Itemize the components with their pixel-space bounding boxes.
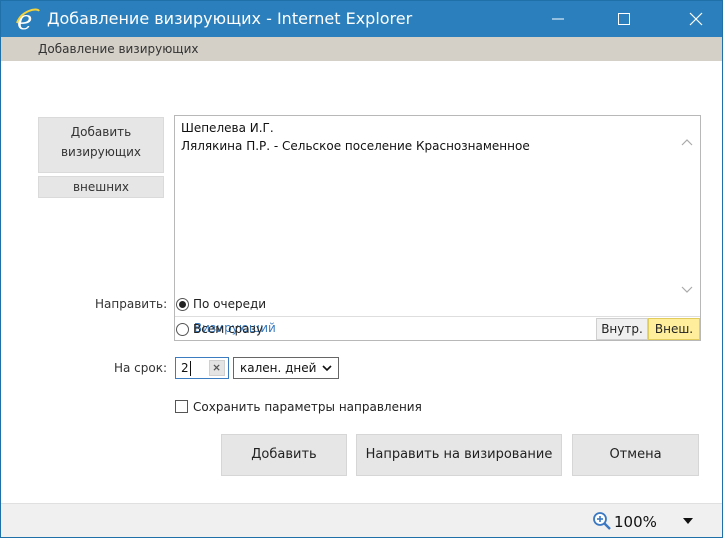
dialog-content: Добавить визирующих внешних Шепелева И.Г…	[1, 61, 722, 503]
triangle-down-icon[interactable]	[682, 517, 694, 525]
maximize-icon[interactable]	[601, 1, 647, 37]
add-signers-button[interactable]: Добавить визирующих	[38, 117, 164, 173]
text-caret	[190, 361, 191, 376]
chevron-down-icon[interactable]	[679, 282, 695, 298]
segment-internal[interactable]: Внутр.	[596, 318, 648, 340]
subheader-title: Добавление визирующих	[38, 42, 199, 56]
radio-all-at-once[interactable]	[176, 323, 189, 336]
list-item[interactable]: Шепелева И.Г.	[181, 121, 274, 135]
save-params-checkbox[interactable]	[175, 400, 188, 413]
cancel-button[interactable]: Отмена	[572, 434, 699, 476]
ie-dialog-window: e Добавление визирующих - Internet Explo…	[0, 0, 723, 538]
radio-sequential-label: По очереди	[193, 297, 267, 311]
internet-explorer-logo-icon: e	[16, 6, 40, 33]
status-bar: 100%	[1, 503, 722, 537]
dialog-subheader: Добавление визирующих	[1, 37, 722, 61]
window-title: Добавление визирующих - Internet Explore…	[47, 9, 413, 28]
term-unit-value: кален. дней	[240, 361, 317, 375]
direction-label: Направить:	[95, 297, 168, 311]
minimize-icon[interactable]	[535, 1, 581, 37]
save-params-label: Сохранить параметры направления	[193, 400, 422, 414]
term-unit-select[interactable]: кален. дней	[233, 357, 339, 379]
external-signers-button[interactable]: внешних	[38, 176, 164, 198]
segment-external[interactable]: Внеш.	[648, 318, 700, 340]
clear-x-icon[interactable]	[209, 360, 225, 376]
chevron-down-icon	[322, 365, 332, 372]
radio-sequential[interactable]	[176, 298, 189, 311]
close-icon[interactable]	[673, 1, 719, 37]
add-button[interactable]: Добавить	[221, 434, 347, 476]
list-item[interactable]: Ляля­кина П.Р. - Сельское поселение Крас…	[181, 139, 530, 153]
zoom-level: 100%	[614, 513, 657, 531]
send-for-approval-button[interactable]: Направить на визирование	[356, 434, 562, 476]
radio-all-at-once-label: Всем сразу	[193, 322, 264, 336]
term-value: 2	[181, 361, 189, 375]
zoom-in-icon[interactable]	[591, 510, 613, 532]
term-label: На срок:	[113, 361, 167, 375]
add-signers-label-line2: визирующих	[60, 145, 142, 159]
title-bar: e Добавление визирующих - Internet Explo…	[1, 1, 722, 37]
add-signers-label-line1: Добавить	[70, 125, 132, 139]
term-input[interactable]: 2	[175, 357, 229, 379]
chevron-up-icon[interactable]	[679, 134, 695, 150]
